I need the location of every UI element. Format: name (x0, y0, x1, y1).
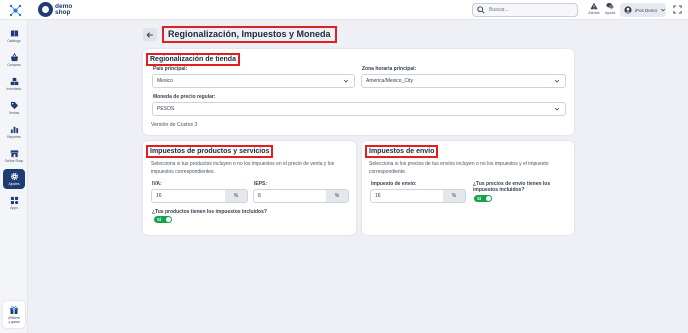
chevron-down-icon (554, 107, 560, 111)
shipping-tax-percent-unit: % (443, 190, 465, 202)
brand-logo[interactable]: demo shop (38, 2, 72, 17)
product-taxes-card: Impuestos de productos y servicios Selec… (143, 141, 356, 235)
sidebar-item-label: Reportes (7, 135, 21, 139)
sidebar-item-ajustes[interactable]: Ajustes (3, 169, 25, 189)
sidebar: Catálogo Compras Inventario Ventas Repor… (0, 20, 28, 333)
sidebar-item-label: Online Shop (4, 159, 24, 163)
sidebar-item-label: Ventas (8, 111, 20, 115)
sidebar-item-label: Compras (7, 63, 21, 67)
chat-icon (606, 2, 614, 9)
chevron-down-icon (660, 8, 666, 12)
chevron-down-icon (554, 79, 560, 83)
ieps-input[interactable]: 8 % (253, 189, 349, 203)
user-icon (624, 6, 632, 14)
sidebar-item-online-shop[interactable]: Online Shop (3, 146, 25, 166)
shipping-taxes-title: Impuestos de envío (365, 145, 439, 158)
network-menu-icon[interactable] (9, 4, 22, 17)
book-icon (10, 30, 18, 37)
sidebar-item-label: Ajustes (8, 182, 20, 186)
product-taxes-description: Selecciona si tus productos incluyen o n… (151, 161, 335, 175)
help-button[interactable]: Ayuda (601, 2, 619, 18)
country-select-value: Mexico (157, 78, 173, 84)
sidebar-item-compras[interactable]: Compras (3, 50, 25, 70)
currency-select[interactable]: PESOS (152, 102, 566, 116)
user-menu-button[interactable]: iPos Demo (620, 3, 666, 17)
boxes-icon (10, 77, 18, 86)
timezone-label: Zona horaria principal: (362, 66, 417, 72)
fullscreen-icon[interactable] (673, 5, 682, 14)
tag-icon (10, 101, 18, 110)
shipping-taxes-included-question: ¿Tus precios de envío tienen los impuest… (473, 181, 551, 193)
toggle-label: Sí (157, 217, 162, 222)
logo-text-bottom: shop (55, 8, 71, 16)
sidebar-item-inventario[interactable]: Inventario (3, 74, 25, 94)
bar-chart-icon (10, 126, 18, 134)
sidebar-item-label: Inventario (6, 87, 22, 91)
alerts-label: Alertas (588, 11, 600, 15)
shipping-taxes-description: Selecciona si los precios de tus envíos … (369, 161, 549, 175)
chevron-down-icon (343, 79, 349, 83)
ieps-percent-unit: % (326, 190, 348, 202)
search-input[interactable] (489, 7, 569, 13)
costs-version-text: Versión de Costos 3 (151, 122, 198, 128)
country-select[interactable]: Mexico (152, 74, 355, 88)
back-button[interactable] (143, 28, 157, 41)
gear-icon (10, 172, 18, 181)
sidebar-item-label: Apps (10, 206, 18, 210)
currency-label: Moneda de precio regular: (153, 94, 216, 100)
search-icon (477, 6, 485, 14)
page-title: Regionalización, Impuestos y Moneda (162, 26, 337, 43)
product-taxes-included-toggle[interactable]: Sí (154, 216, 172, 223)
iva-input[interactable]: 16 % (151, 189, 248, 203)
basket-icon (10, 53, 18, 62)
timezone-select-value: America/Mexico_City (366, 78, 413, 84)
sidebar-item-catalogo[interactable]: Catálogo (3, 26, 25, 46)
shipping-tax-input[interactable]: 16 % (370, 189, 466, 203)
regional-section-title: Regionalización de tienda (146, 53, 240, 66)
iva-input-value: 16 (156, 193, 162, 199)
product-taxes-included-question: ¿Tus productos tienen los impuestos incl… (152, 209, 267, 215)
referral-label-line2: y gana! (8, 320, 20, 324)
sidebar-item-ventas[interactable]: Ventas (3, 98, 25, 118)
apps-icon (10, 196, 18, 205)
ieps-label: IEPS: (254, 181, 268, 187)
warning-icon (590, 2, 598, 10)
logo-text: demo shop (55, 3, 72, 16)
logo-mark-icon (38, 2, 53, 17)
shipping-tax-label: Impuesto de envío: (371, 181, 417, 187)
iva-label: IVA: (152, 181, 162, 187)
country-label: País principal: (153, 66, 188, 72)
iva-percent-unit: % (225, 190, 247, 202)
store-icon (9, 150, 19, 158)
regional-settings-card: Regionalización de tienda País principal… (143, 49, 574, 135)
toggle-label: Sí (477, 196, 482, 201)
search-box[interactable] (472, 3, 578, 17)
shipping-taxes-card: Impuestos de envío Selecciona si los pre… (362, 141, 574, 235)
user-name: iPos Demo (635, 7, 658, 13)
shipping-tax-input-value: 16 (375, 193, 381, 199)
referral-button[interactable]: ¡Refiere y gana! (3, 301, 25, 328)
currency-select-value: PESOS (157, 106, 175, 112)
sidebar-item-label: Catálogo (7, 39, 21, 43)
top-bar: demo shop Alertas Ayuda iPos Demo (0, 0, 688, 20)
arrow-left-icon (146, 31, 153, 38)
ieps-input-value: 8 (258, 193, 261, 199)
product-taxes-title: Impuestos de productos y servicios (146, 145, 274, 158)
help-label: Ayuda (604, 11, 616, 15)
sidebar-item-apps[interactable]: Apps (3, 193, 25, 213)
timezone-select[interactable]: America/Mexico_City (361, 74, 566, 88)
gift-icon (10, 306, 18, 314)
shipping-taxes-included-toggle[interactable]: Sí (474, 195, 492, 202)
sidebar-item-reportes[interactable]: Reportes (3, 122, 25, 142)
